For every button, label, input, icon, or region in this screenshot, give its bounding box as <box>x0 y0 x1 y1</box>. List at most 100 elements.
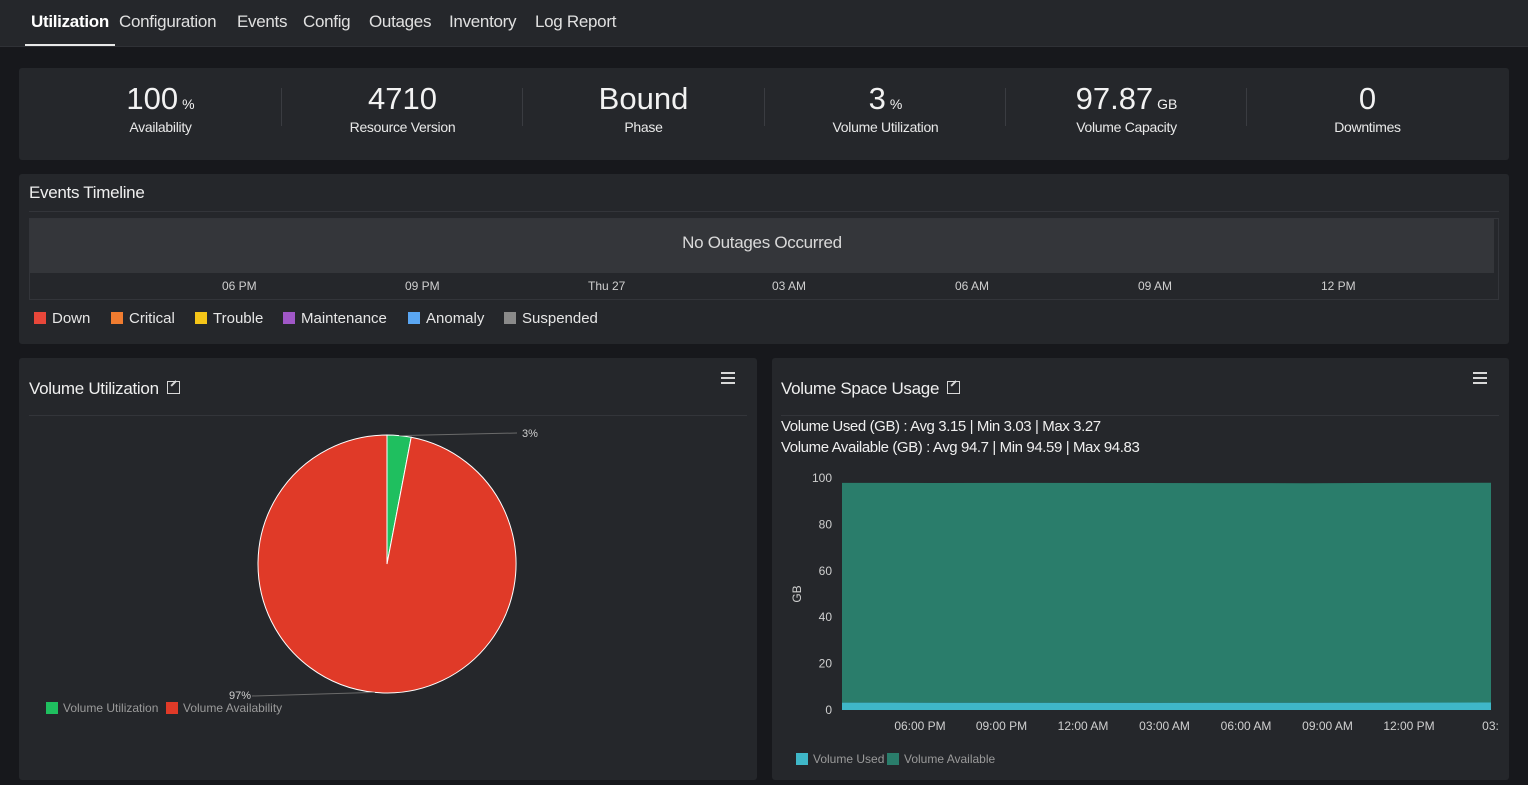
hamburger-menu-icon[interactable] <box>721 372 735 384</box>
legend-label: Volume Available <box>904 752 996 766</box>
legend-label: Trouble <box>213 310 264 327</box>
legend-swatch <box>887 753 899 765</box>
legend-swatch <box>111 312 123 324</box>
pie-data-label: 3% <box>522 428 538 440</box>
stat-value: 97.87 <box>1075 81 1154 116</box>
legend-swatch <box>34 312 46 324</box>
stat-label: Volume Capacity <box>1076 119 1177 135</box>
volume-utilization-title: Volume Utilization <box>29 379 180 399</box>
panel-title-text: Volume Utilization <box>29 379 159 398</box>
external-link-icon[interactable] <box>947 381 961 394</box>
x-tick-label: 12:00 PM <box>1383 719 1434 733</box>
tab-log-report[interactable]: Log Report <box>535 0 616 46</box>
tab-events[interactable]: Events <box>237 0 287 46</box>
stat-volume-utilization: 3% Volume Utilization <box>765 68 1006 160</box>
stat-label: Resource Version <box>349 119 456 135</box>
divider <box>781 415 1499 416</box>
tab-inventory[interactable]: Inventory <box>449 0 517 46</box>
data-label-connector <box>251 691 375 697</box>
legend-label: Suspended <box>522 310 598 327</box>
timeline-tick: 06 PM <box>222 279 257 293</box>
events-timeline-title: Events Timeline <box>29 183 145 202</box>
volume-used-stats: Volume Used (GB) : Avg 3.15 | Min 3.03 |… <box>781 418 1101 435</box>
summary-stats-panel: 100% Availability 4710 Resource Version … <box>19 68 1509 160</box>
stat-availability: 100% Availability <box>40 68 281 160</box>
panel-title-text: Volume Space Usage <box>781 379 940 398</box>
legend-label: Down <box>52 310 91 327</box>
pie-legend-utilization[interactable]: Volume Utilization <box>46 701 158 715</box>
legend-swatch <box>46 702 58 714</box>
timeline-tick: 12 PM <box>1321 279 1356 293</box>
tab-utilization[interactable]: Utilization <box>25 0 115 46</box>
legend-maintenance[interactable]: Maintenance <box>283 310 387 328</box>
legend-label: Critical <box>129 310 175 327</box>
area-legend-available[interactable]: Volume Available <box>887 752 995 766</box>
stat-label: Volume Utilization <box>832 119 939 135</box>
stat-value: 0 <box>1358 81 1377 116</box>
stat-unit: % <box>182 96 195 112</box>
stat-value: 100 <box>126 81 179 116</box>
y-tick-label: 0 <box>825 703 832 717</box>
y-tick-label: 40 <box>819 610 833 624</box>
top-tab-bar: Utilization Configuration Events Config … <box>0 0 1528 47</box>
y-tick-label: 20 <box>819 657 833 671</box>
legend-swatch <box>504 312 516 324</box>
x-tick-label: 09:00 AM <box>1302 719 1353 733</box>
legend-label: Volume Used <box>813 752 885 766</box>
legend-down[interactable]: Down <box>34 310 90 328</box>
stat-label: Downtimes <box>1334 119 1401 135</box>
x-tick-label: 06:00 PM <box>894 719 945 733</box>
stat-volume-capacity: 97.87 GB Volume Capacity <box>1006 68 1247 160</box>
legend-anomaly[interactable]: Anomaly <box>408 310 484 328</box>
legend-swatch <box>408 312 420 324</box>
stat-resource-version: 4710 Resource Version <box>282 68 523 160</box>
legend-critical[interactable]: Critical <box>111 310 175 328</box>
stat-label: Availability <box>129 119 192 135</box>
pie-legend-availability[interactable]: Volume Availability <box>166 701 282 715</box>
data-label-connector <box>399 432 518 437</box>
timeline-tick: 03 AM <box>772 279 807 293</box>
no-outages-message: No Outages Occurred <box>682 233 842 252</box>
stat-unit: % <box>889 96 903 112</box>
y-axis-label: GB <box>790 585 804 602</box>
volume-utilization-pie-chart: 3%97% <box>229 428 538 702</box>
stat-downtimes: 0 Downtimes <box>1247 68 1488 160</box>
legend-label: Maintenance <box>301 310 387 327</box>
stat-value: 4710 <box>368 81 437 116</box>
legend-label: Volume Availability <box>183 701 283 715</box>
legend-label: Volume Utilization <box>63 701 159 715</box>
timeline-tick: 09 AM <box>1138 279 1173 293</box>
legend-swatch <box>166 702 178 714</box>
stat-unit: GB <box>1157 96 1178 112</box>
stat-label: Phase <box>624 119 663 135</box>
stat-value: Bound <box>598 81 689 116</box>
stat-phase: Bound Phase <box>523 68 764 160</box>
hamburger-menu-icon[interactable] <box>1473 372 1487 384</box>
timeline-tick: 06 AM <box>955 279 990 293</box>
y-tick-label: 100 <box>812 471 832 485</box>
x-tick-label: 06:00 AM <box>1221 719 1272 733</box>
external-link-icon[interactable] <box>166 381 180 394</box>
volume-space-usage-title: Volume Space Usage <box>781 379 961 399</box>
divider <box>29 415 747 416</box>
legend-suspended[interactable]: Suspended <box>504 310 598 328</box>
tab-config[interactable]: Config <box>303 0 351 46</box>
legend-trouble[interactable]: Trouble <box>195 310 263 328</box>
timeline-tick: Thu 27 <box>588 279 626 293</box>
x-tick-label: 12:00 AM <box>1058 719 1109 733</box>
volume-space-area-chart: 100 80 60 40 20 0 GB 06:00 PM 09:00 PM 12:00 AM 03… <box>790 471 1499 733</box>
area-legend-used[interactable]: Volume Used <box>796 752 884 766</box>
legend-swatch <box>195 312 207 324</box>
legend-swatch <box>796 753 808 765</box>
pie-slice-1[interactable] <box>257 434 517 694</box>
x-tick-label: 03:00 AM <box>1139 719 1190 733</box>
timeline-tick: 09 PM <box>405 279 440 293</box>
x-tick-label: 09:00 PM <box>976 719 1027 733</box>
x-tick-label: 03: <box>1482 719 1499 733</box>
stat-value: 3 <box>868 81 886 116</box>
tab-outages[interactable]: Outages <box>369 0 431 46</box>
divider <box>29 211 1499 212</box>
tab-configuration[interactable]: Configuration <box>119 0 217 46</box>
y-tick-label: 60 <box>819 564 833 578</box>
area-series-volume-used <box>842 702 1491 710</box>
